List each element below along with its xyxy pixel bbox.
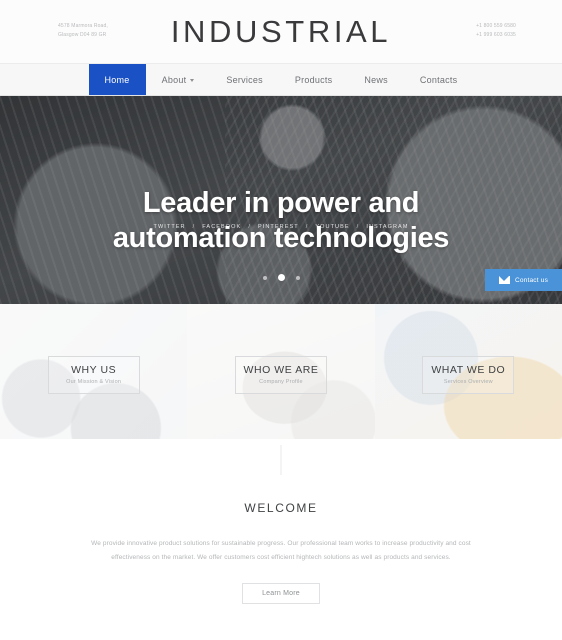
feature-subtitle: Services Overview bbox=[443, 379, 493, 385]
nav-item-label: Contacts bbox=[419, 74, 458, 85]
envelope-icon bbox=[498, 276, 510, 284]
nav-item-about[interactable]: About bbox=[146, 64, 211, 95]
nav-item-label: News bbox=[364, 74, 388, 85]
feature-subtitle: Company Profile bbox=[259, 379, 303, 385]
phone-number-2[interactable]: +1 999 603 6035 bbox=[476, 31, 516, 40]
page-root: 4578 Marmora Road, Glasgow D04 89 GR IND… bbox=[0, 0, 562, 640]
nav-item-services[interactable]: Services bbox=[210, 64, 279, 95]
nav-item-label: About bbox=[161, 74, 187, 85]
nav-item-products[interactable]: Products bbox=[279, 64, 349, 95]
feature-panel-who-we-are[interactable]: WHO WE ARE Company Profile bbox=[187, 304, 375, 439]
slider-dot-3[interactable] bbox=[295, 275, 300, 280]
feature-panel-what-we-do[interactable]: WHAT WE DO Services Overview bbox=[374, 304, 562, 439]
feature-title: WHY US bbox=[71, 364, 117, 376]
feature-panel-why-us[interactable]: WHY US Our Mission & Vision bbox=[0, 304, 188, 439]
nav-item-contacts[interactable]: Contacts bbox=[404, 64, 474, 95]
feature-subtitle: Our Mission & Vision bbox=[66, 379, 122, 385]
nav-item-news[interactable]: News bbox=[348, 64, 404, 95]
feature-panels: WHY US Our Mission & Vision WHO WE ARE C… bbox=[0, 304, 562, 439]
welcome-title: WELCOME bbox=[244, 501, 318, 515]
section-divider bbox=[280, 445, 282, 475]
chevron-down-icon bbox=[190, 79, 195, 82]
nav-item-home[interactable]: Home bbox=[88, 64, 146, 95]
hero-headline-line-2: automation technologies bbox=[112, 221, 450, 254]
feature-title: WHAT WE DO bbox=[431, 364, 506, 376]
address-line-1: 4578 Marmora Road, bbox=[58, 23, 108, 29]
learn-more-label: Learn More bbox=[262, 589, 300, 597]
hero-headline: Leader in power and automation technolog… bbox=[0, 186, 562, 256]
welcome-paragraph: We provide innovative product solutions … bbox=[91, 540, 471, 561]
main-navigation: Home About Services Products News Contac… bbox=[0, 63, 562, 96]
nav-item-label: Products bbox=[294, 74, 333, 85]
feature-box-what-we-do[interactable]: WHAT WE DO Services Overview bbox=[422, 356, 515, 394]
contact-us-label: Contact us bbox=[514, 276, 549, 284]
learn-more-button[interactable]: Learn More bbox=[242, 582, 320, 604]
nav-item-label: Services bbox=[226, 74, 263, 85]
address-line-2: Glasgow D04 89 GR bbox=[58, 32, 107, 39]
feature-box-why-us[interactable]: WHY US Our Mission & Vision bbox=[47, 356, 140, 394]
nav-list: Home About Services Products News Contac… bbox=[88, 64, 474, 95]
site-header: 4578 Marmora Road, Glasgow D04 89 GR IND… bbox=[0, 0, 562, 63]
phone-block: +1 800 559 6580 +1 999 603 6035 bbox=[476, 22, 516, 41]
phone-number-1[interactable]: +1 800 559 6580 bbox=[476, 22, 516, 31]
slider-dot-1[interactable] bbox=[262, 275, 267, 280]
slider-dot-2[interactable] bbox=[277, 274, 285, 281]
welcome-section: WELCOME We provide innovative product so… bbox=[0, 439, 562, 604]
contact-us-button-primary[interactable]: Contact us bbox=[485, 269, 562, 291]
site-logo[interactable]: INDUSTRIAL bbox=[171, 14, 391, 50]
address-block: 4578 Marmora Road, Glasgow D04 89 GR bbox=[58, 22, 108, 41]
feature-box-who-we-are[interactable]: WHO WE ARE Company Profile bbox=[234, 356, 327, 394]
hero-headline-line-1: Leader in power and bbox=[142, 187, 420, 219]
slider-pagination bbox=[0, 274, 562, 281]
feature-title: WHO WE ARE bbox=[243, 364, 319, 376]
nav-item-label: Home bbox=[104, 74, 130, 85]
